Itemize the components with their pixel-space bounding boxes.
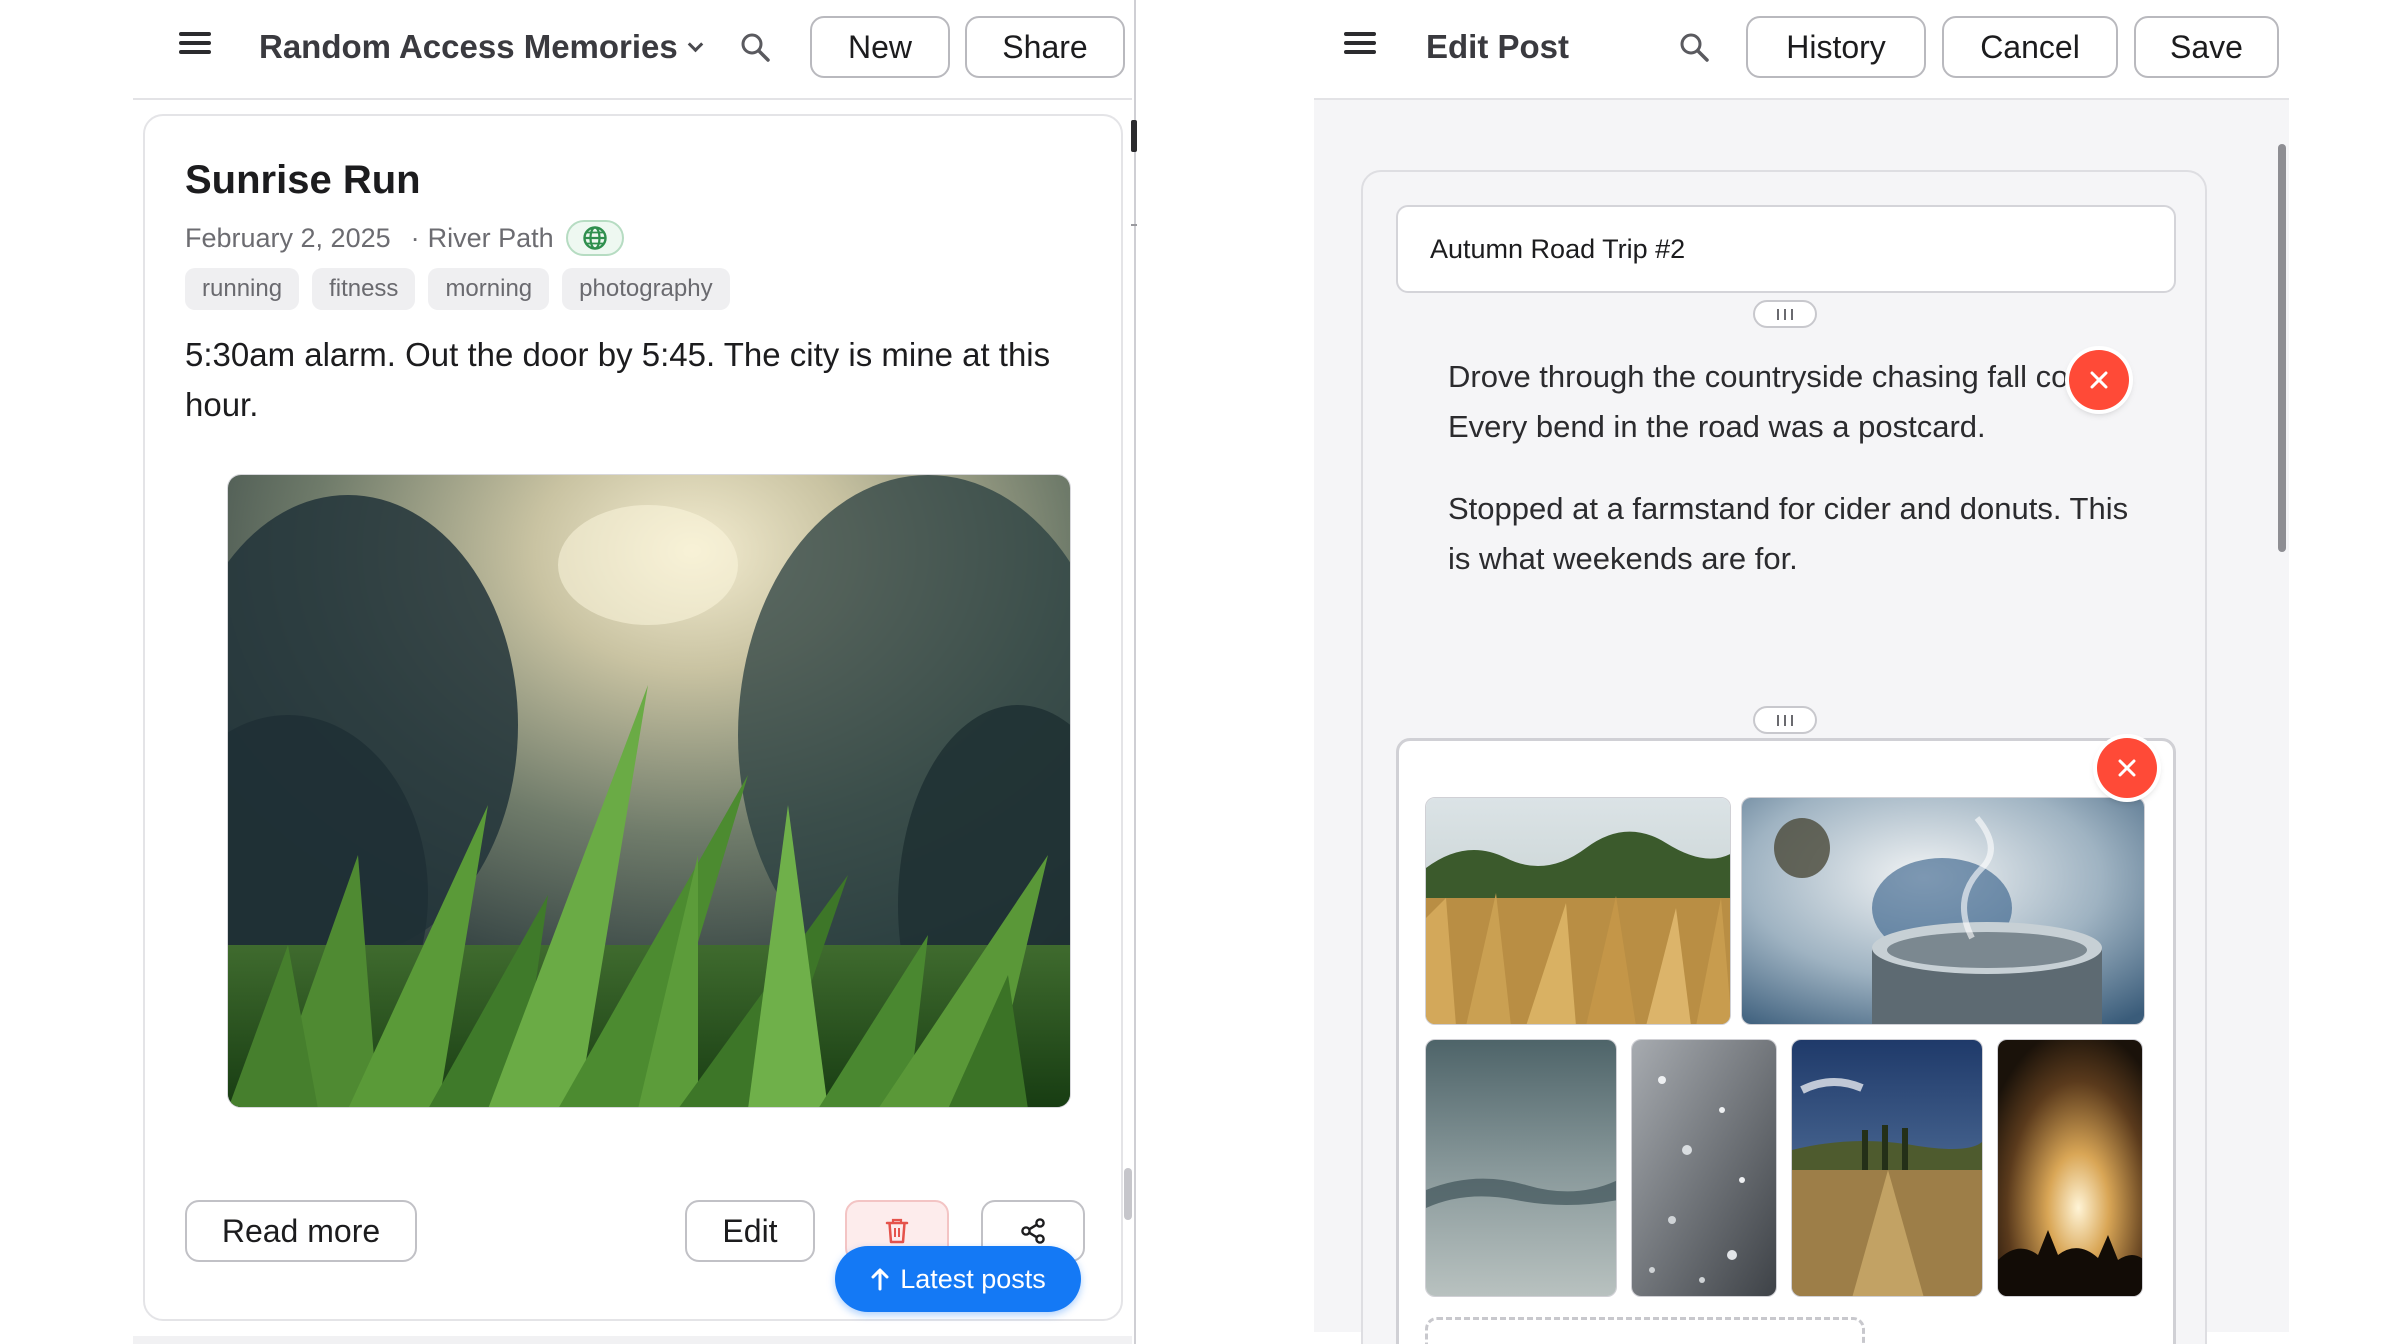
- remove-gallery-block-button[interactable]: [2097, 738, 2157, 798]
- trash-icon: [885, 1218, 909, 1244]
- post-card: Sunrise Run February 2, 2025 · River Pat…: [143, 114, 1123, 1321]
- tag-chip[interactable]: fitness: [312, 268, 416, 310]
- post-body-text: 5:30am alarm. Out the door by 5:45. The …: [185, 336, 1051, 423]
- drag-handle-icon[interactable]: [1753, 300, 1817, 328]
- post-photo[interactable]: [227, 474, 1071, 1108]
- tag-chip[interactable]: running: [185, 268, 300, 310]
- globe-icon: [582, 226, 607, 250]
- add-photo-slot[interactable]: [1425, 1317, 1865, 1344]
- share-icon: [1021, 1218, 1045, 1244]
- search-icon[interactable]: [1678, 31, 1710, 63]
- gallery-photo-wet-pavement[interactable]: [1631, 1039, 1777, 1297]
- close-icon: [2090, 371, 2108, 389]
- paragraph-1[interactable]: Drove through the countryside chasing fa…: [1448, 352, 2148, 452]
- blog-switcher[interactable]: Random Access Memories: [259, 28, 704, 66]
- cancel-button[interactable]: Cancel: [1942, 16, 2118, 78]
- split-divider-handle[interactable]: [1131, 120, 1137, 152]
- history-button[interactable]: History: [1746, 16, 1926, 78]
- blog-view-panel: Random Access Memories New Share Sunrise…: [133, 0, 1132, 1344]
- edit-post-panel: Edit Post History Cancel Save Drove thro…: [1314, 0, 2289, 1344]
- remove-text-block-button[interactable]: [2069, 350, 2129, 410]
- close-icon: [2118, 759, 2136, 777]
- save-button[interactable]: Save: [2134, 16, 2279, 78]
- hamburger-icon[interactable]: [1344, 30, 1376, 56]
- share-button[interactable]: Share: [965, 16, 1125, 78]
- gallery-photo-stormy-sky[interactable]: [1425, 1039, 1617, 1297]
- tag-chip[interactable]: morning: [428, 268, 550, 310]
- editor-scrollbar[interactable]: [2278, 144, 2286, 552]
- search-icon[interactable]: [739, 31, 771, 63]
- drag-handle-icon[interactable]: [1753, 706, 1817, 734]
- blog-header: Random Access Memories New Share: [133, 0, 1132, 100]
- split-divider-tick: [1131, 224, 1137, 226]
- gallery-photo-concert-lights[interactable]: [1997, 1039, 2143, 1297]
- latest-posts-label: Latest posts: [900, 1263, 1046, 1294]
- post-title-input[interactable]: [1396, 205, 2176, 293]
- photo-gallery-block: [1396, 738, 2176, 1344]
- gallery-photo-steaming-cup[interactable]: [1741, 797, 2145, 1025]
- tag-chip[interactable]: photography: [562, 268, 730, 310]
- arrow-up-icon: [871, 1268, 889, 1291]
- latest-posts-button[interactable]: Latest posts: [835, 1246, 1081, 1312]
- public-visibility-badge[interactable]: [565, 220, 624, 256]
- app-root: Random Access Memories New Share Sunrise…: [0, 0, 2390, 1344]
- post-location: River Path: [427, 222, 554, 253]
- left-panel-scrollbar[interactable]: [1124, 1168, 1132, 1220]
- read-more-button[interactable]: Read more: [185, 1200, 417, 1262]
- page-title: Edit Post: [1426, 28, 1570, 65]
- gallery-photo-tuscan-hills[interactable]: [1791, 1039, 1983, 1297]
- post-meta: February 2, 2025 · River Path: [185, 218, 624, 258]
- chevron-down-icon: [687, 36, 704, 52]
- blog-title: Random Access Memories: [259, 28, 678, 65]
- post-date: February 2, 2025: [185, 222, 391, 253]
- meta-separator: ·: [410, 222, 420, 253]
- editor-card: Drove through the countryside chasing fa…: [1361, 170, 2207, 1344]
- gallery-photo-wheat-field[interactable]: [1425, 797, 1731, 1025]
- split-divider[interactable]: [1134, 0, 1136, 1344]
- tag-list: running fitness morning photography: [185, 268, 730, 310]
- post-title[interactable]: Sunrise Run: [185, 158, 421, 203]
- new-post-button[interactable]: New: [810, 16, 950, 78]
- edit-header: Edit Post History Cancel Save: [1314, 0, 2289, 100]
- hamburger-icon[interactable]: [179, 30, 211, 56]
- edit-post-button[interactable]: Edit: [685, 1200, 815, 1262]
- paragraph-2[interactable]: Stopped at a farmstand for cider and don…: [1448, 484, 2148, 584]
- left-panel-footer-strip: [133, 1336, 1132, 1344]
- text-block[interactable]: Drove through the countryside chasing fa…: [1396, 342, 2176, 702]
